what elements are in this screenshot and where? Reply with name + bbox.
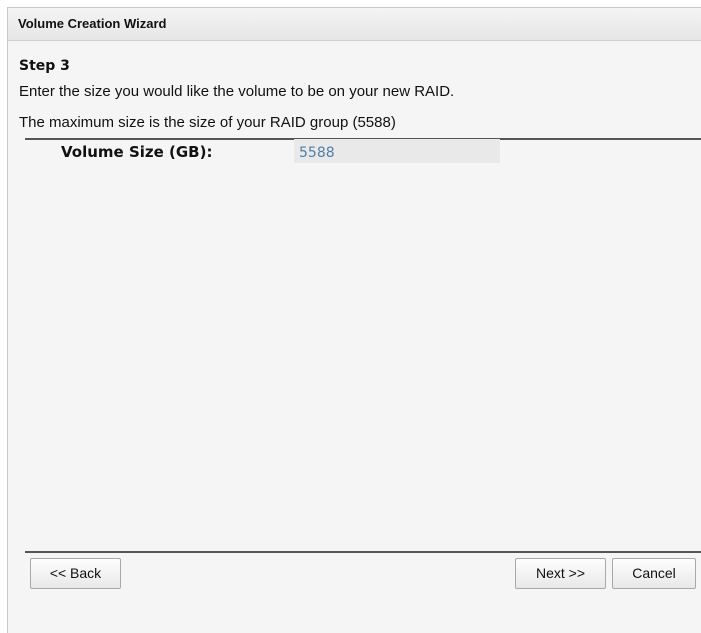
step-instruction: Enter the size you would like the volume… [19, 83, 455, 100]
next-button[interactable]: Next >> [515, 558, 606, 589]
back-button[interactable]: << Back [30, 558, 121, 589]
dialog-title: Volume Creation Wizard [8, 8, 701, 41]
cancel-button[interactable]: Cancel [612, 558, 696, 589]
bottom-divider [25, 551, 701, 553]
max-size-note: The maximum size is the size of your RAI… [19, 114, 396, 131]
wizard-dialog: Volume Creation Wizard Step 3 Enter the … [7, 7, 701, 633]
step-title: Step 3 [19, 58, 70, 74]
volume-size-input[interactable] [294, 139, 500, 163]
volume-size-label: Volume Size (GB): [61, 143, 213, 161]
